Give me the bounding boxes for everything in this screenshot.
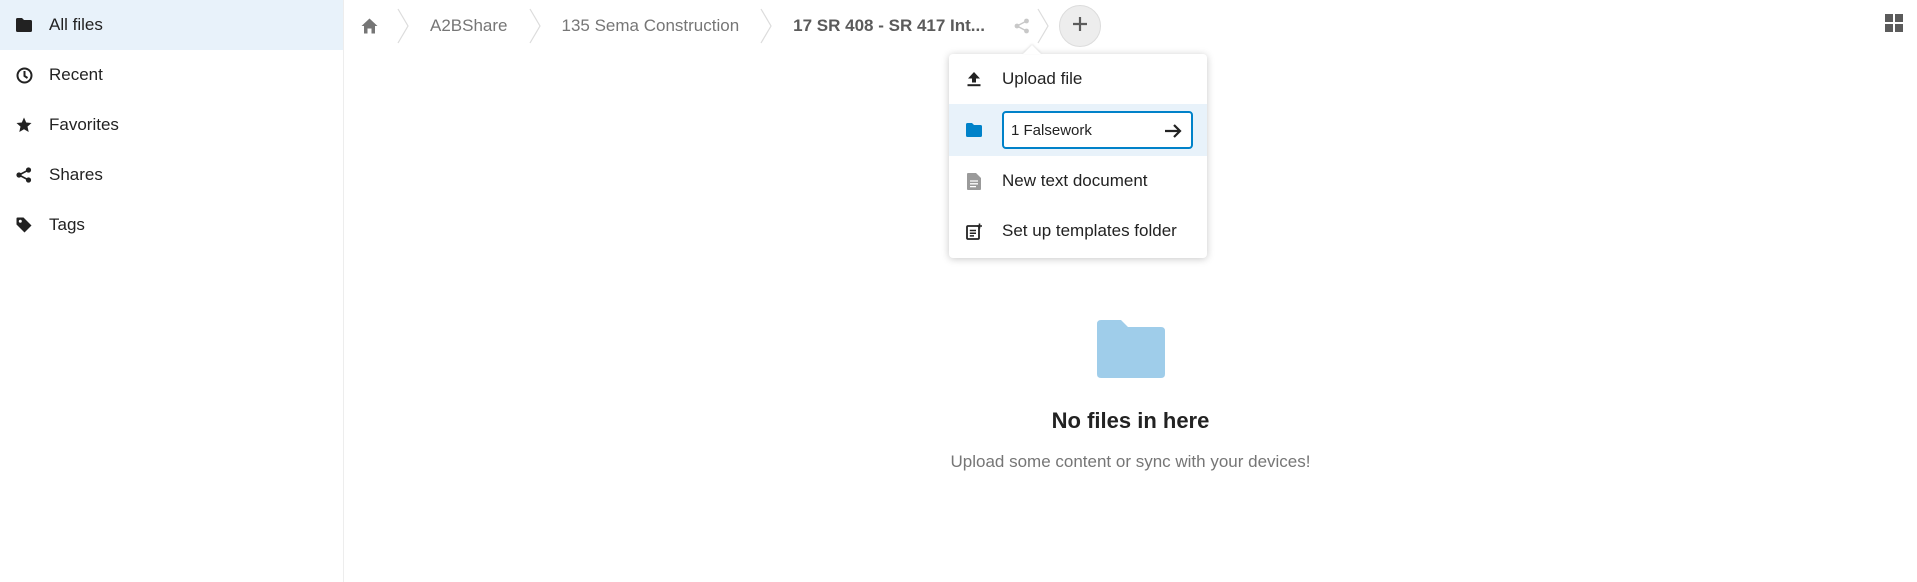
new-item-menu: Upload file New text document Set up tem… [949,54,1207,258]
chevron-right-icon [757,0,775,52]
folder-icon [14,15,34,35]
text-document-icon [964,171,984,191]
set-up-templates-label: Set up templates folder [1002,221,1177,240]
folder-name-input[interactable] [1004,121,1149,139]
chevron-right-icon [394,0,412,52]
sidebar-item-all-files[interactable]: All files [0,0,343,50]
new-button[interactable] [1058,5,1101,47]
upload-file-menu-item[interactable]: Upload file [949,54,1207,104]
share-icon [14,165,34,185]
new-text-document-label: New text document [1002,171,1148,190]
tag-icon [14,215,34,235]
breadcrumb-item-a2bshare[interactable]: A2BShare [412,0,526,52]
app-navigation: All files Recent Favorites Shares Tags [0,0,344,582]
sidebar-item-label: Shares [49,165,103,184]
breadcrumb-item-sema-construction[interactable]: 135 Sema Construction [544,0,758,52]
home-icon[interactable] [344,0,394,52]
empty-content: No files in here Upload some content or … [344,320,1917,472]
clock-icon [14,65,34,85]
empty-state-subtitle: Upload some content or sync with your de… [950,452,1311,471]
arrow-right-icon[interactable] [1163,121,1183,141]
sidebar-item-label: Tags [49,215,85,234]
sidebar-item-recent[interactable]: Recent [0,50,343,100]
breadcrumb: A2BShare 135 Sema Construction 17 SR 408… [344,0,1917,52]
empty-state-title: No files in here [1051,408,1210,433]
template-icon [964,221,984,241]
breadcrumb-item-current-folder[interactable]: 17 SR 408 - SR 417 Int... [775,0,1003,52]
sidebar-item-favorites[interactable]: Favorites [0,100,343,150]
sidebar-item-label: Recent [49,65,103,84]
new-folder-menu-item[interactable] [949,104,1207,156]
folder-name-field [1002,111,1193,149]
upload-icon [964,69,984,89]
star-icon [14,115,34,135]
sidebar-item-label: All files [49,15,103,34]
folder-icon [1096,320,1165,378]
new-text-document-menu-item[interactable]: New text document [949,156,1207,206]
plus-icon [1072,16,1088,37]
chevron-right-icon [526,0,544,52]
sidebar-item-tags[interactable]: Tags [0,200,343,250]
set-up-templates-menu-item[interactable]: Set up templates folder [949,206,1207,256]
grid-view-toggle-icon[interactable] [1885,14,1905,34]
folder-icon [964,120,984,140]
upload-file-label: Upload file [1002,69,1083,88]
sidebar-item-shares[interactable]: Shares [0,150,343,200]
sidebar-item-label: Favorites [49,115,119,134]
